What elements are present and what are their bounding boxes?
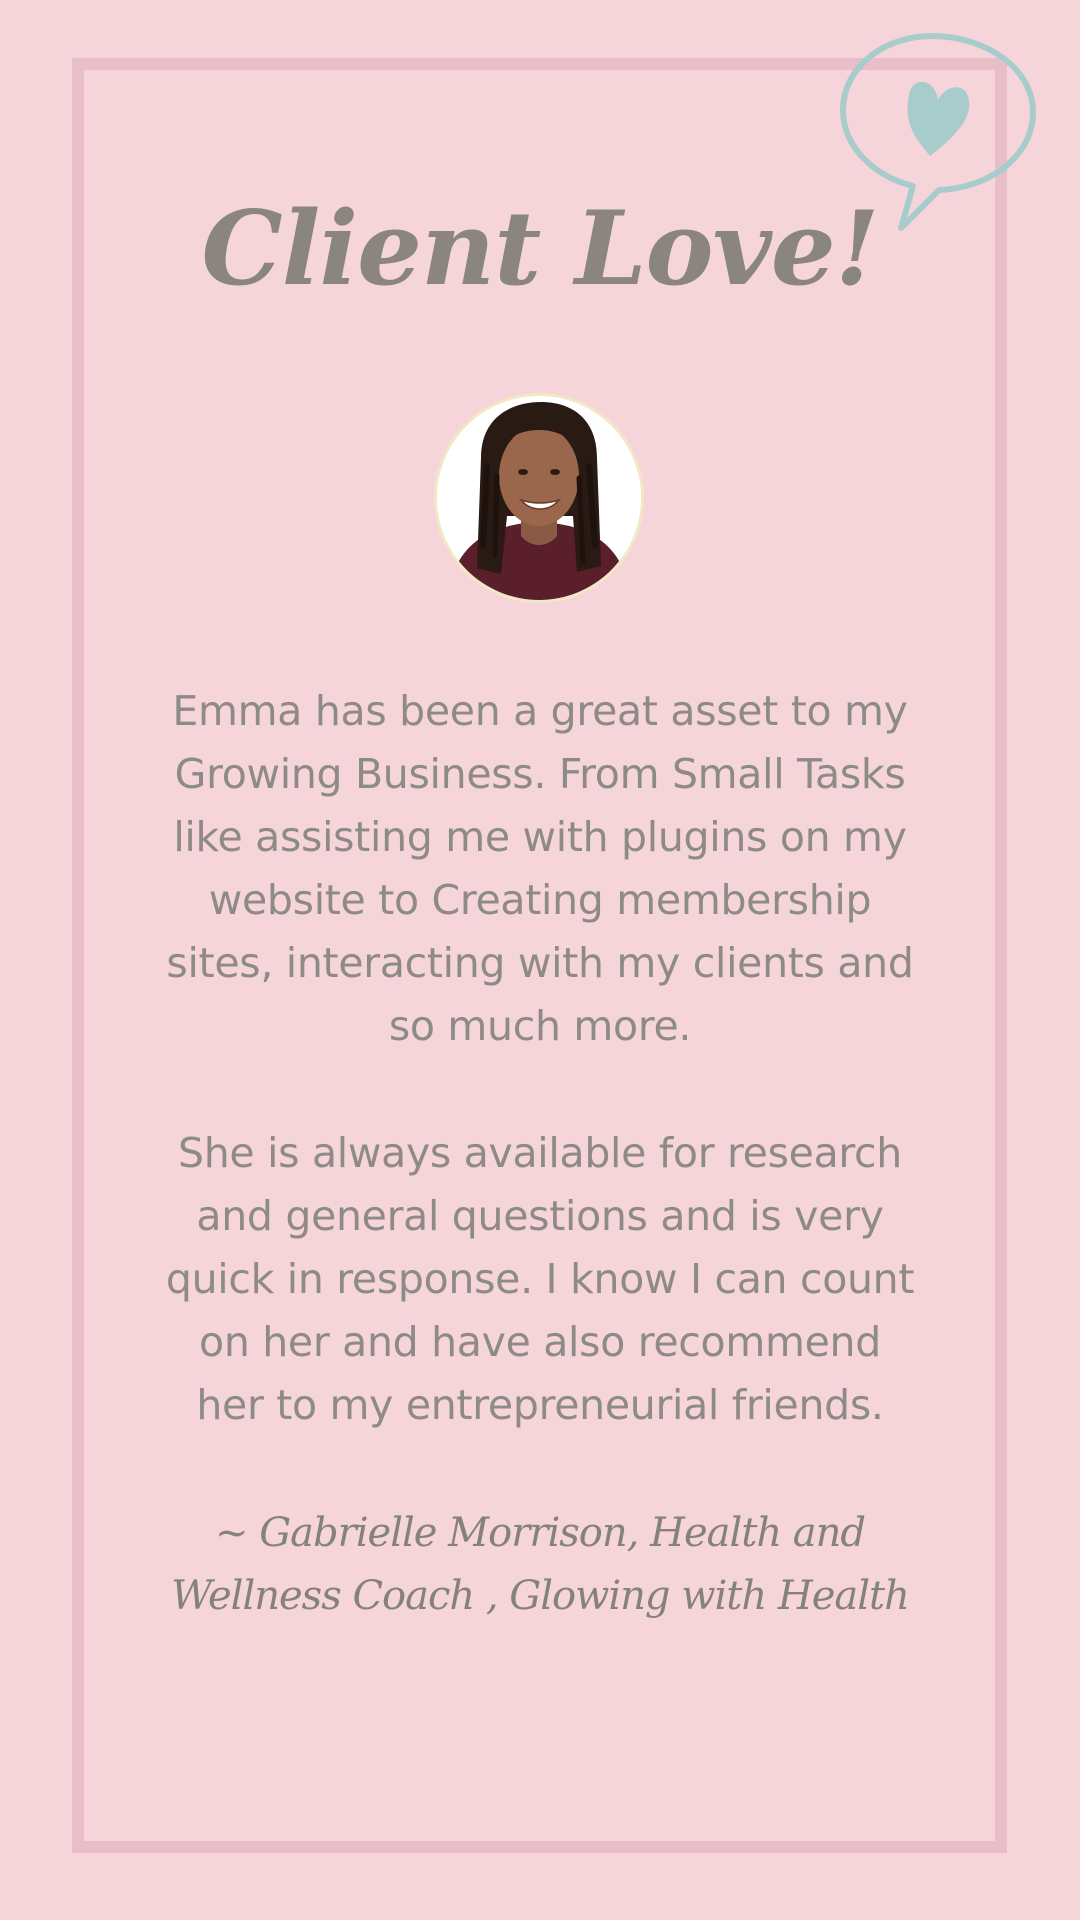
avatar	[434, 393, 644, 603]
testimonial-attribution: ~ Gabrielle Morrison, Health and Wellnes…	[171, 1510, 910, 1619]
testimonial-paragraph-1: Emma has been a great asset to my Growin…	[166, 687, 914, 1050]
page-title: Client Love!	[201, 189, 879, 309]
testimonial-paragraph-2: She is always available for research and…	[165, 1129, 915, 1429]
